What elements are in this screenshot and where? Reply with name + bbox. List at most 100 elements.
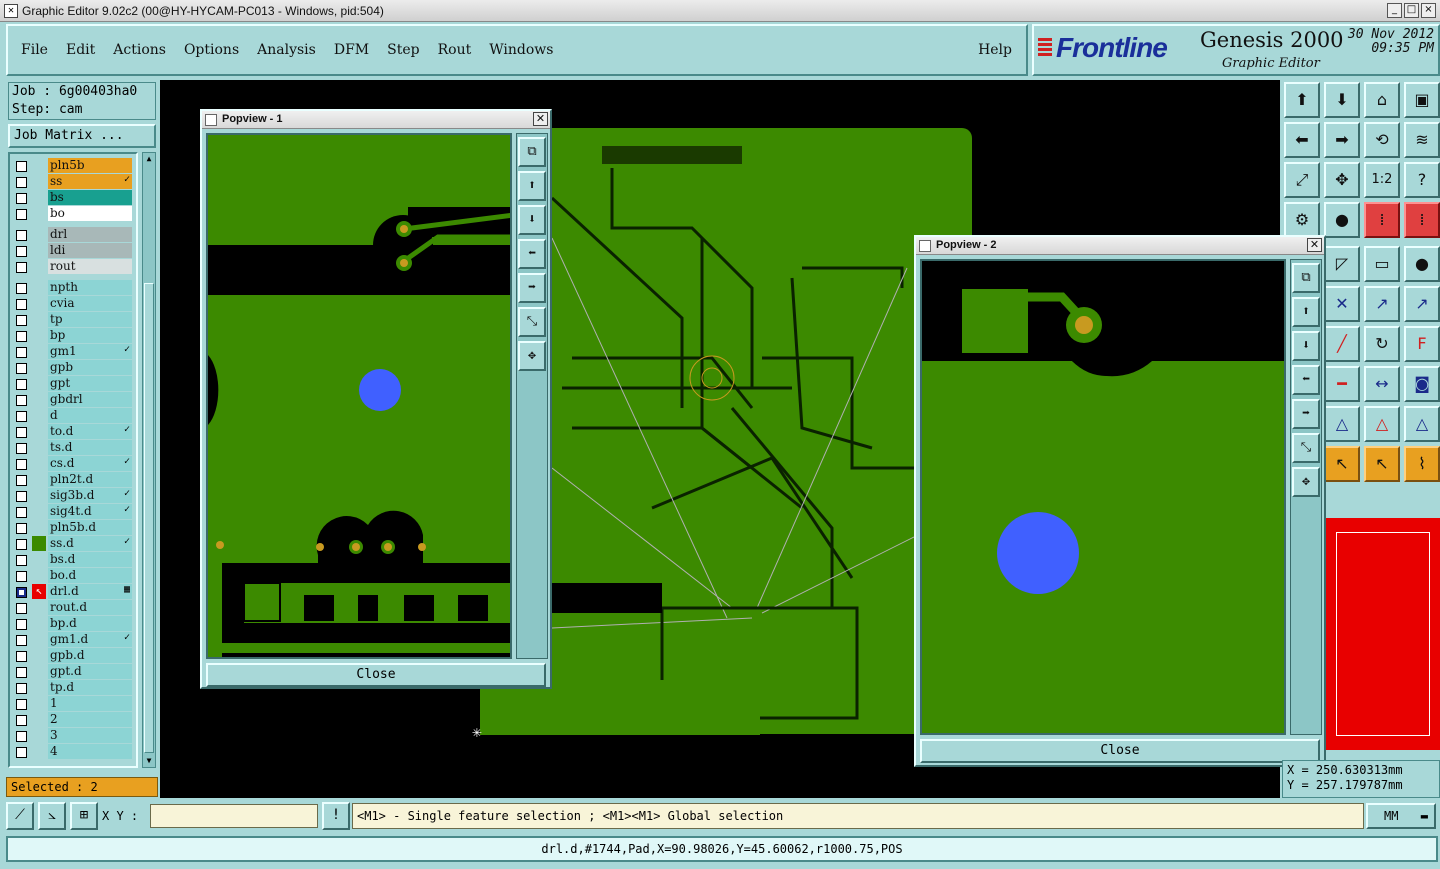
tool-pan-down-icon[interactable]: ⬇ bbox=[1324, 82, 1360, 118]
layer-checkbox[interactable] bbox=[16, 246, 27, 257]
layer-checkbox[interactable] bbox=[16, 475, 27, 486]
tool-measure-icon[interactable]: ⚙ bbox=[1284, 202, 1320, 238]
layer-checkbox[interactable] bbox=[16, 699, 27, 710]
popview-2-close-button[interactable]: Close bbox=[920, 739, 1320, 763]
job-matrix-button[interactable]: Job Matrix ... bbox=[8, 124, 156, 148]
tool-home-icon[interactable]: ⌂ bbox=[1364, 82, 1400, 118]
layer-row[interactable]: ↖ drl.d ▦ bbox=[12, 584, 134, 599]
layer-name[interactable]: bo.d bbox=[48, 568, 132, 583]
layer-row[interactable]: gm1.d ✓ bbox=[12, 632, 134, 647]
layer-row[interactable]: 3 bbox=[12, 728, 134, 743]
layer-name[interactable]: d bbox=[48, 408, 132, 423]
layer-color-swatch[interactable] bbox=[32, 312, 46, 327]
layer-row[interactable]: pln5b.d bbox=[12, 520, 134, 535]
snap-icon[interactable]: ⟋ bbox=[6, 802, 34, 830]
tool-undo-zoom-icon[interactable]: ⟲ bbox=[1364, 122, 1400, 158]
menu-actions[interactable]: Actions bbox=[113, 42, 166, 58]
layer-name[interactable]: 1 bbox=[48, 696, 132, 711]
layer-name[interactable]: ss bbox=[48, 174, 132, 189]
tool-window-icon[interactable]: ▣ bbox=[1404, 82, 1440, 118]
pv1-tool-zoom-out-icon[interactable]: ⤡ bbox=[518, 307, 546, 337]
layer-row[interactable]: tp.d bbox=[12, 680, 134, 695]
pv2-tool-pan-right-icon[interactable]: ➡ bbox=[1292, 399, 1320, 429]
layer-checkbox[interactable] bbox=[16, 715, 27, 726]
layer-row[interactable]: cvia bbox=[12, 296, 134, 311]
layer-name[interactable]: pln5b bbox=[48, 158, 132, 173]
layer-row[interactable]: bp.d bbox=[12, 616, 134, 631]
layer-row[interactable]: ss.d ✓ bbox=[12, 536, 134, 551]
layer-checkbox[interactable] bbox=[16, 747, 27, 758]
layer-color-swatch[interactable] bbox=[32, 536, 46, 551]
layer-color-swatch[interactable] bbox=[32, 504, 46, 519]
layer-name[interactable]: to.d bbox=[48, 424, 132, 439]
layer-row[interactable]: rout bbox=[12, 259, 134, 274]
layer-row[interactable]: rout.d bbox=[12, 600, 134, 615]
layer-checkbox[interactable] bbox=[16, 603, 27, 614]
tool-pad-icon[interactable]: ● bbox=[1324, 202, 1360, 238]
layer-color-swatch[interactable] bbox=[32, 744, 46, 759]
layer-name[interactable]: gm1.d bbox=[48, 632, 132, 647]
layer-checkbox[interactable] bbox=[16, 459, 27, 470]
menu-help[interactable]: Help bbox=[978, 42, 1012, 58]
tool-arc-icon[interactable]: ↻ bbox=[1364, 326, 1400, 362]
layer-color-swatch[interactable] bbox=[32, 206, 46, 221]
layer-color-swatch[interactable] bbox=[32, 712, 46, 727]
layer-checkbox[interactable] bbox=[16, 555, 27, 566]
layer-row[interactable]: bp bbox=[12, 328, 134, 343]
tool-poly-red-icon[interactable]: △ bbox=[1364, 406, 1400, 442]
tool-pan-up-icon[interactable]: ⬆ bbox=[1284, 82, 1320, 118]
layer-color-swatch[interactable] bbox=[32, 424, 46, 439]
layer-checkbox[interactable] bbox=[16, 331, 27, 342]
layer-row[interactable]: gpt bbox=[12, 376, 134, 391]
layer-name[interactable]: bs.d bbox=[48, 552, 132, 567]
pv1-tool-pan-up-icon[interactable]: ⬆ bbox=[518, 171, 546, 201]
popview-1-close-x-button[interactable]: ✕ bbox=[533, 112, 548, 126]
layer-checkbox[interactable] bbox=[16, 411, 27, 422]
layer-name[interactable]: cs.d bbox=[48, 456, 132, 471]
scroll-thumb[interactable] bbox=[144, 283, 154, 753]
layer-color-swatch[interactable] bbox=[32, 440, 46, 455]
layer-name[interactable]: sig4t.d bbox=[48, 504, 132, 519]
tool-zoom-fit-icon[interactable]: ⤢ bbox=[1284, 162, 1320, 198]
layer-row[interactable]: ss ✓ bbox=[12, 174, 134, 189]
layer-row[interactable]: bo bbox=[12, 206, 134, 221]
tool-shapes-icon[interactable]: ◙ bbox=[1404, 366, 1440, 402]
layer-checkbox[interactable] bbox=[16, 177, 27, 188]
layer-list-scrollbar[interactable]: ▲ ▼ bbox=[142, 152, 156, 768]
layer-color-swatch[interactable] bbox=[32, 259, 46, 274]
layer-color-swatch[interactable] bbox=[32, 456, 46, 471]
layer-row[interactable]: ts.d bbox=[12, 440, 134, 455]
tool-layers-alt-icon[interactable]: ⁞ bbox=[1404, 202, 1440, 238]
layer-color-swatch[interactable] bbox=[32, 728, 46, 743]
popview-1-close-button[interactable]: Close bbox=[206, 663, 546, 687]
tool-pan-left-icon[interactable]: ⬅ bbox=[1284, 122, 1320, 158]
maximize-button[interactable]: □ bbox=[1404, 3, 1419, 18]
layer-checkbox[interactable] bbox=[16, 315, 27, 326]
angle-icon[interactable]: ⦣ bbox=[38, 802, 66, 830]
tool-route-icon[interactable]: ⌇ bbox=[1404, 446, 1440, 482]
close-window-button[interactable]: × bbox=[1421, 3, 1436, 18]
tool-move-icon[interactable]: ↗ bbox=[1364, 286, 1400, 322]
layer-name[interactable]: bp.d bbox=[48, 616, 132, 631]
layer-checkbox[interactable] bbox=[16, 651, 27, 662]
tool-help-icon[interactable]: ? bbox=[1404, 162, 1440, 198]
popview-2-view[interactable] bbox=[920, 259, 1286, 735]
menu-step[interactable]: Step bbox=[387, 42, 419, 58]
layer-name[interactable]: npth bbox=[48, 280, 132, 295]
layer-checkbox[interactable] bbox=[16, 443, 27, 454]
layer-color-swatch[interactable] bbox=[32, 190, 46, 205]
layer-name[interactable]: gm1 bbox=[48, 344, 132, 359]
layer-name[interactable]: cvia bbox=[48, 296, 132, 311]
layer-checkbox[interactable] bbox=[16, 491, 27, 502]
pv2-tool-zoom-in-icon[interactable]: ✥ bbox=[1292, 467, 1320, 497]
layer-color-swatch[interactable] bbox=[32, 680, 46, 695]
layer-name[interactable]: ldi bbox=[48, 243, 132, 258]
menu-edit[interactable]: Edit bbox=[66, 42, 95, 58]
layer-color-swatch[interactable] bbox=[32, 360, 46, 375]
layer-name[interactable]: 3 bbox=[48, 728, 132, 743]
units-select[interactable]: MM ▬ bbox=[1366, 803, 1436, 829]
layer-color-swatch[interactable] bbox=[32, 488, 46, 503]
pv1-tool-pan-left-icon[interactable]: ⬅ bbox=[518, 239, 546, 269]
popview-1-titlebar[interactable]: Popview - 1 ✕ bbox=[202, 111, 550, 129]
pv1-tool-pan-right-icon[interactable]: ➡ bbox=[518, 273, 546, 303]
